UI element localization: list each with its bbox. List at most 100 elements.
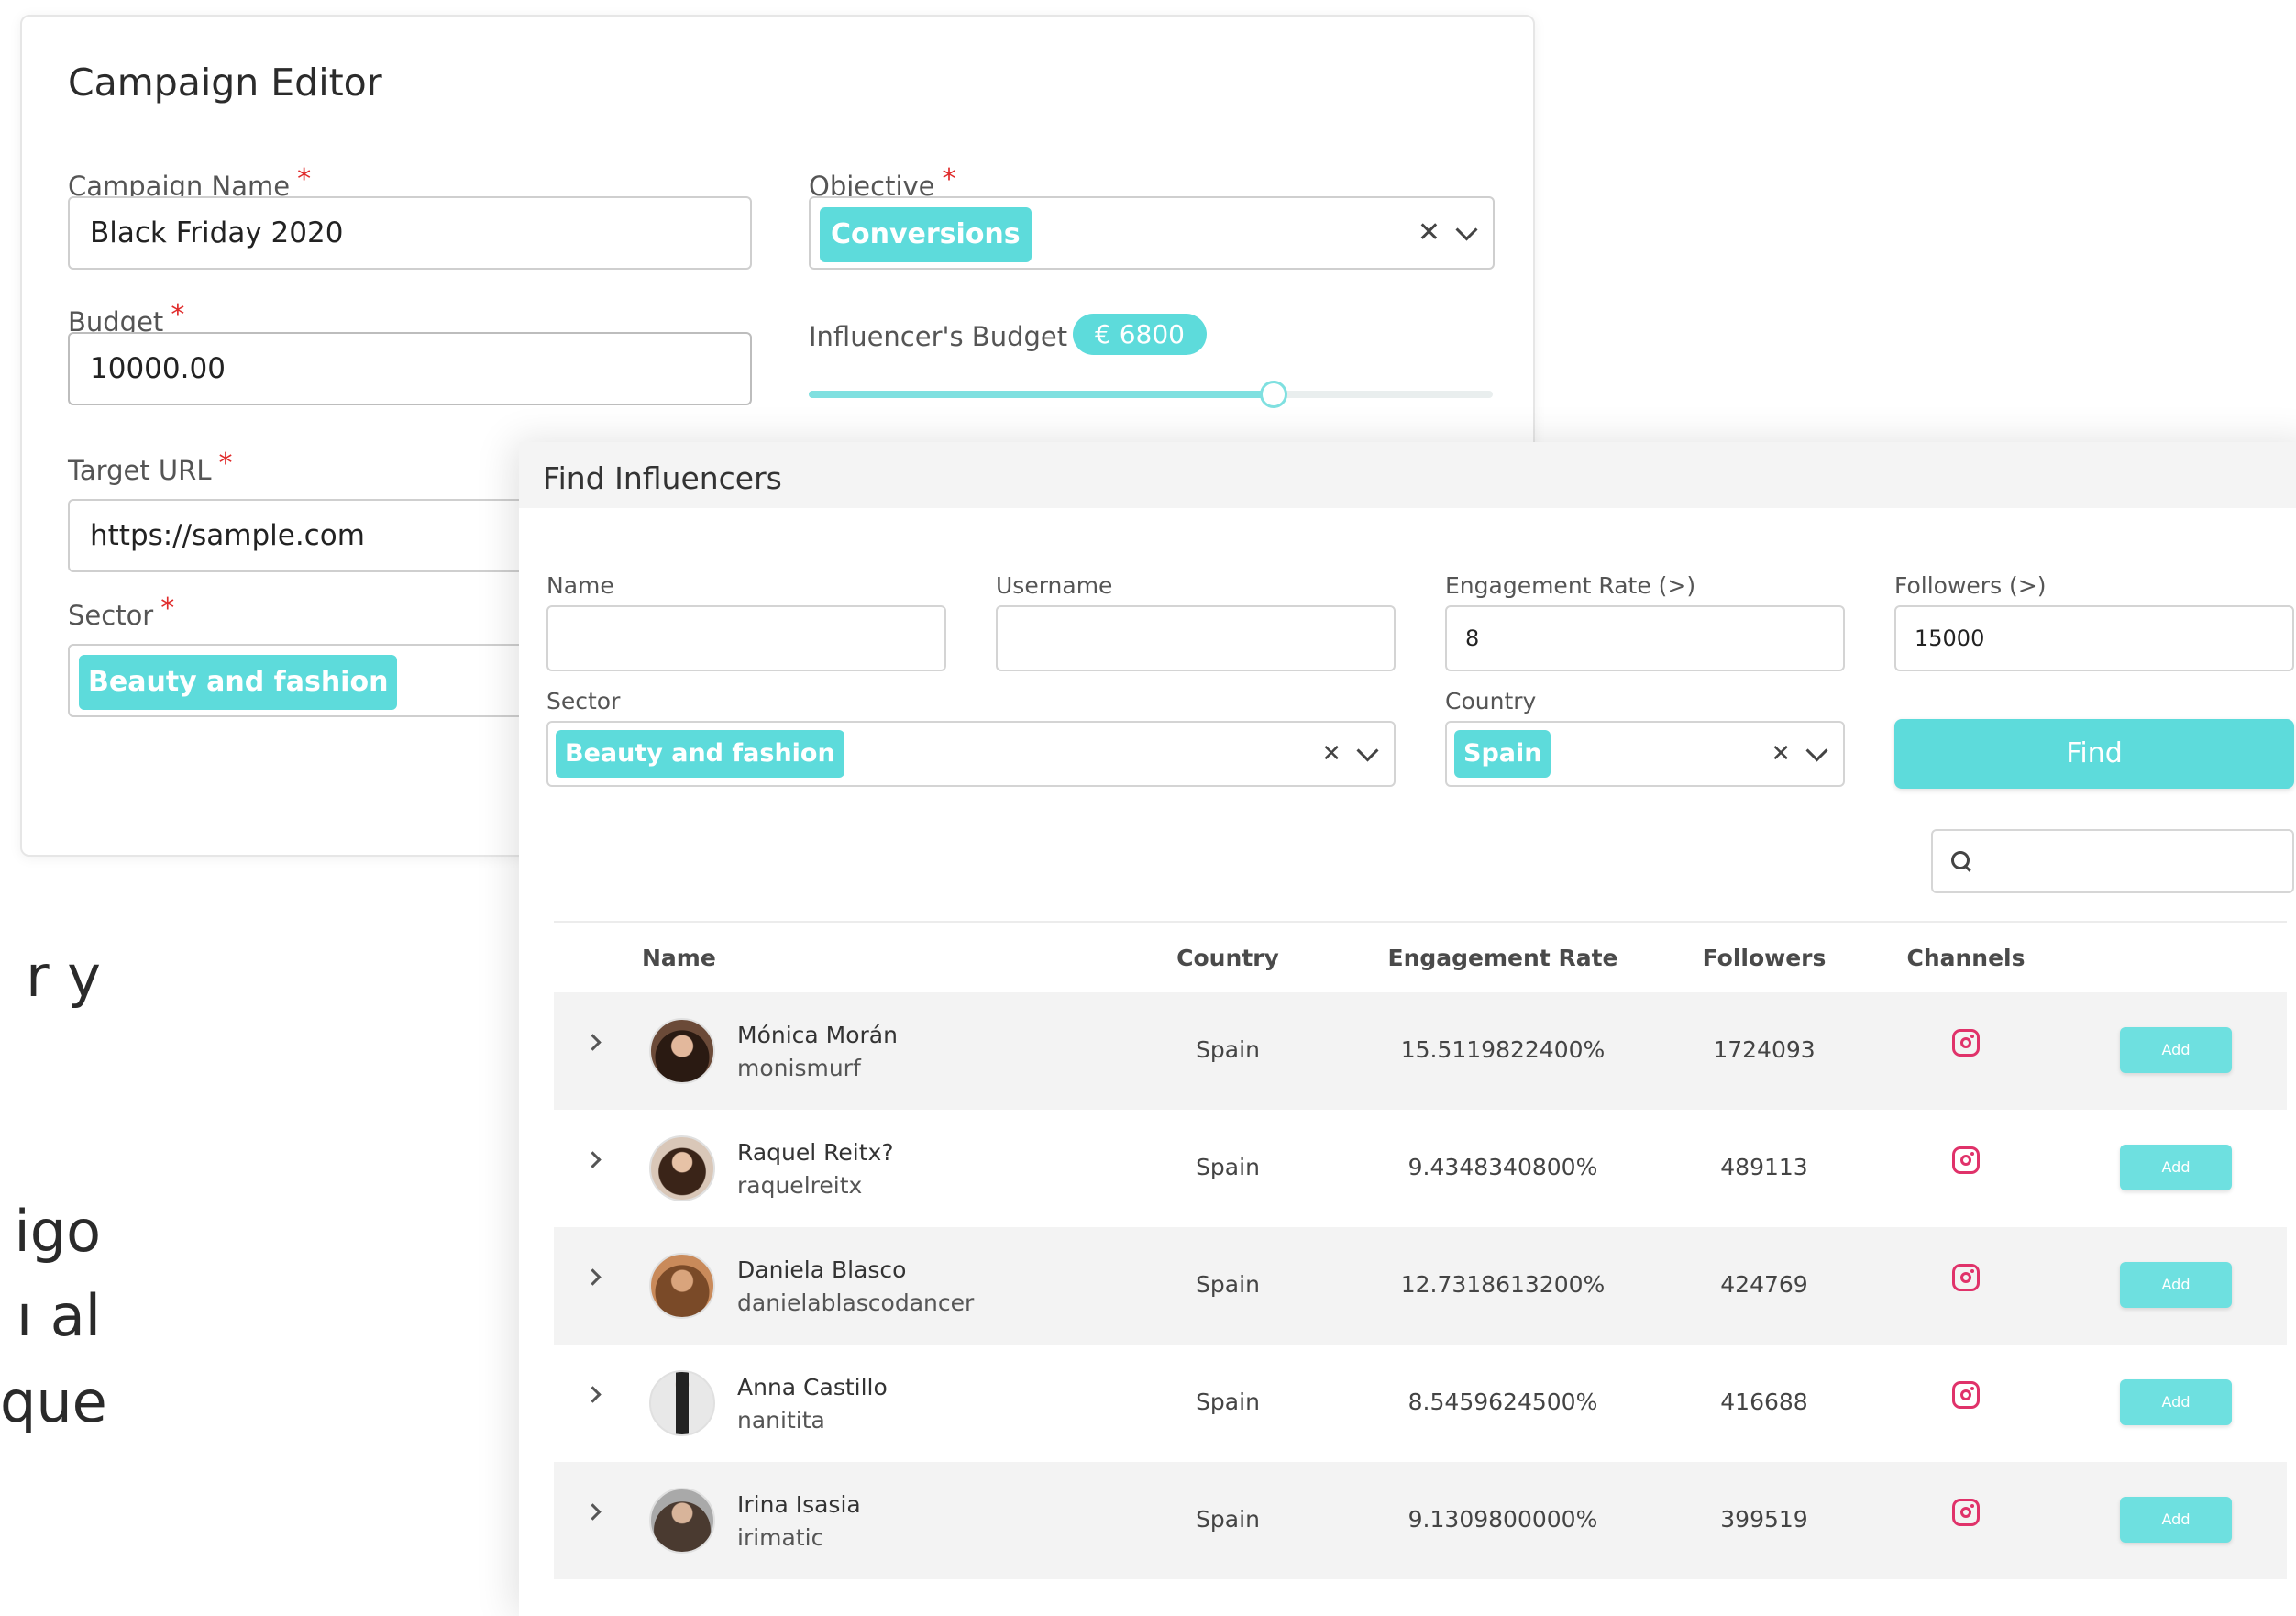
country-cell: Spain <box>1196 1389 1260 1415</box>
instagram-icon[interactable] <box>1952 1499 1980 1526</box>
column-name[interactable]: Name <box>642 945 716 971</box>
sector-filter-select[interactable]: Beauty and fashion ✕ <box>546 721 1396 787</box>
country-cell: Spain <box>1196 1506 1260 1533</box>
influencer-name: Raquel Reitx? <box>737 1139 894 1166</box>
table-row: Raquel Reitx? raquelreitx Spain 9.434834… <box>554 1110 2287 1227</box>
country-cell: Spain <box>1196 1271 1260 1298</box>
slider-thumb[interactable] <box>1260 381 1288 408</box>
chevron-down-icon[interactable] <box>1455 217 1478 241</box>
expand-row-icon[interactable] <box>584 1268 602 1286</box>
influencer-budget-slider[interactable] <box>809 381 1493 408</box>
country-filter-chip: Spain <box>1454 730 1551 778</box>
sector-label: Sector * <box>68 592 175 631</box>
country-cell: Spain <box>1196 1036 1260 1063</box>
budget-input[interactable]: 10000.00 <box>68 332 752 405</box>
country-filter-label: Country <box>1445 688 1537 714</box>
expand-row-icon[interactable] <box>584 1503 602 1521</box>
avatar <box>649 1488 715 1554</box>
influencer-budget-badge: € 6800 <box>1073 314 1207 355</box>
engagement-cell: 15.5119822400% <box>1400 1036 1606 1063</box>
objective-select[interactable]: Conversions ✕ <box>809 196 1495 270</box>
sector-filter-label: Sector <box>546 688 621 714</box>
engagement-cell: 8.5459624500% <box>1407 1389 1598 1415</box>
table-row: Irina Isasia irimatic Spain 9.1309800000… <box>554 1462 2287 1579</box>
column-channels: Channels <box>1906 945 2026 971</box>
username-filter-input[interactable] <box>996 605 1396 671</box>
username-filter-label: Username <box>996 572 1113 599</box>
campaign-name-input[interactable]: Black Friday 2020 <box>68 196 752 270</box>
followers-cell: 416688 <box>1720 1389 1808 1415</box>
instagram-icon[interactable] <box>1952 1146 1980 1174</box>
find-button[interactable]: Find <box>1894 719 2294 789</box>
engagement-filter-input[interactable]: 8 <box>1445 605 1845 671</box>
engagement-cell: 9.1309800000% <box>1407 1506 1598 1533</box>
expand-row-icon[interactable] <box>584 1151 602 1168</box>
expand-row-icon[interactable] <box>584 1386 602 1403</box>
country-cell: Spain <box>1196 1154 1260 1180</box>
instagram-icon[interactable] <box>1952 1029 1980 1057</box>
followers-filter-input[interactable]: 15000 <box>1894 605 2294 671</box>
instagram-icon[interactable] <box>1952 1381 1980 1409</box>
followers-cell: 1724093 <box>1713 1036 1816 1063</box>
country-filter-select[interactable]: Spain ✕ <box>1445 721 1845 787</box>
column-engagement-rate[interactable]: Engagement Rate <box>1361 945 1645 971</box>
sector-chip: Beauty and fashion <box>79 655 398 710</box>
influencer-budget-label: Influencer's Budget <box>809 321 1068 352</box>
background-text-line-4: que <box>0 1368 107 1435</box>
clear-icon[interactable]: ✕ <box>1771 742 1791 766</box>
find-influencers-header: Find Influencers <box>519 442 2296 508</box>
table-row: Daniela Blasco danielablascodancer Spain… <box>554 1227 2287 1345</box>
add-button[interactable]: Add <box>2120 1379 2232 1425</box>
table-search-input[interactable] <box>1931 829 2294 893</box>
influencer-username: nanitita <box>737 1407 825 1433</box>
influencer-name: Irina Isasia <box>737 1491 861 1518</box>
avatar <box>649 1018 715 1084</box>
background-text-line-1: r y <box>26 943 101 1010</box>
followers-cell: 424769 <box>1720 1271 1808 1298</box>
add-button[interactable]: Add <box>2120 1027 2232 1073</box>
target-url-label: Target URL * <box>68 448 233 486</box>
followers-cell: 399519 <box>1720 1506 1808 1533</box>
influencer-name: Anna Castillo <box>737 1374 888 1400</box>
instagram-icon[interactable] <box>1952 1264 1980 1291</box>
influencer-name: Mónica Morán <box>737 1022 898 1048</box>
add-button[interactable]: Add <box>2120 1145 2232 1190</box>
influencer-username: raquelreitx <box>737 1172 863 1199</box>
objective-chip: Conversions <box>820 207 1032 262</box>
column-followers[interactable]: Followers <box>1672 945 1856 971</box>
clear-icon[interactable]: ✕ <box>1418 219 1441 247</box>
engagement-filter-label: Engagement Rate (>) <box>1445 572 1696 599</box>
influencer-name: Daniela Blasco <box>737 1256 907 1283</box>
engagement-cell: 9.4348340800% <box>1407 1154 1598 1180</box>
table-row: Anna Castillo nanitita Spain 8.545962450… <box>554 1345 2287 1462</box>
avatar <box>649 1253 715 1319</box>
find-influencers-title: Find Influencers <box>543 460 782 496</box>
engagement-cell: 12.7318613200% <box>1400 1271 1606 1298</box>
followers-cell: 489113 <box>1720 1154 1808 1180</box>
background-text-line-3: ı al <box>16 1282 101 1349</box>
influencers-table: Name Country Engagement Rate Followers C… <box>554 921 2287 1579</box>
influencer-username: irimatic <box>737 1524 824 1551</box>
influencer-username: monismurf <box>737 1055 861 1081</box>
chevron-down-icon[interactable] <box>1805 738 1828 762</box>
column-country[interactable]: Country <box>1159 945 1297 971</box>
avatar <box>649 1135 715 1201</box>
name-filter-label: Name <box>546 572 614 599</box>
search-icon <box>1951 851 1970 869</box>
name-filter-input[interactable] <box>546 605 946 671</box>
find-influencers-panel: Find Influencers Name Username Engagemen… <box>519 442 2296 1616</box>
add-button[interactable]: Add <box>2120 1497 2232 1543</box>
table-header: Name Country Engagement Rate Followers C… <box>554 921 2287 992</box>
followers-filter-label: Followers (>) <box>1894 572 2047 599</box>
sector-filter-chip: Beauty and fashion <box>556 730 844 778</box>
clear-icon[interactable]: ✕ <box>1321 742 1341 766</box>
influencer-username: danielablascodancer <box>737 1289 975 1316</box>
slider-fill <box>809 391 1275 398</box>
chevron-down-icon[interactable] <box>1356 738 1379 762</box>
campaign-editor-title: Campaign Editor <box>68 61 382 105</box>
table-row: Mónica Morán monismurf Spain 15.51198224… <box>554 992 2287 1110</box>
background-text-line-2: igo <box>14 1198 101 1265</box>
expand-row-icon[interactable] <box>584 1034 602 1051</box>
avatar <box>649 1370 715 1436</box>
add-button[interactable]: Add <box>2120 1262 2232 1308</box>
